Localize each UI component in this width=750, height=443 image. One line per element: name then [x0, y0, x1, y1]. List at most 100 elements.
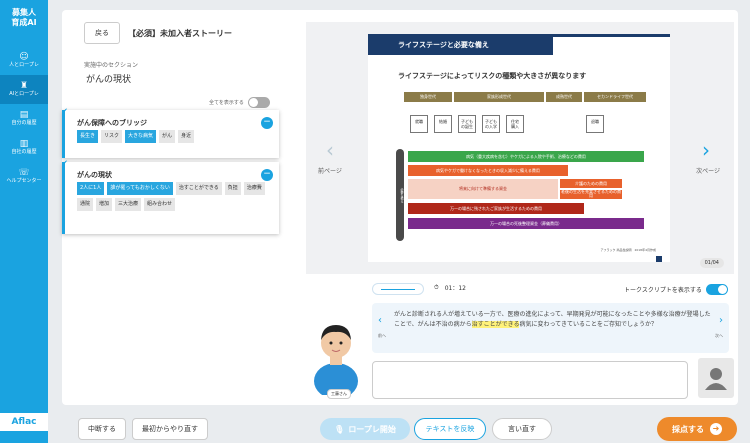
user-avatar — [698, 358, 734, 398]
transcript-toggle[interactable] — [705, 284, 728, 295]
section-label: 実施中のセクション — [84, 62, 139, 69]
show-all-toggle-row: 全てを表示する — [209, 97, 270, 108]
script-next-arrow-icon[interactable]: › — [719, 315, 723, 326]
sidebar: 募集人 育成AI ☺ 人とロープレ ♜ AIとロープレ ▤ 自分の履歴 ▥ 自社… — [0, 0, 48, 443]
stage-label: 家族形成世代 — [454, 92, 544, 102]
slide-bar: 病気（重大疾病を含む）やケガによる入院や手術、治療などの費用 — [408, 151, 644, 162]
collapse-icon[interactable]: − — [261, 169, 273, 181]
life-event: 退職 — [586, 115, 604, 133]
script-prev-label[interactable]: 前へ — [378, 333, 386, 339]
keyword-tag: 治すことができる — [175, 182, 222, 195]
keyword-tag: 身近 — [178, 130, 195, 143]
restart-button[interactable]: 最初からやり直す — [132, 418, 208, 440]
page-number: 01/04 — [699, 258, 724, 268]
smile-icon: ☺ — [19, 52, 29, 62]
sidebar-item-ai-roleplay[interactable]: ♜ AIとロープレ — [0, 75, 48, 104]
slide-bar: 介護のための費用 — [560, 179, 622, 188]
brand-title: 募集人 育成AI — [0, 0, 48, 28]
previous-page-label[interactable]: 前ページ — [318, 166, 342, 175]
keyword-tags: 長生き リスク 大きな病気 がん 身近 — [65, 130, 265, 143]
show-all-toggle[interactable] — [247, 97, 270, 108]
keyword-tag: 2人に1人 — [77, 182, 105, 195]
score-label: 採点する — [672, 424, 704, 434]
answer-input[interactable] — [372, 361, 688, 399]
slide-corner-mark — [656, 256, 662, 262]
keyword-tag: 治療費 — [243, 182, 265, 195]
customer-avatar: 工藤さん — [306, 285, 366, 399]
keyword-card-current-state: ✔ がんの現状 − 2人に1人 誰が罹ってもおかしくない 治すことができる 負担… — [62, 159, 279, 234]
transcript-toggle-row: トークスクリプトを表示する — [624, 284, 728, 295]
slide-bar: 万一の場合の死後整理資金（葬儀費用） — [408, 218, 644, 229]
keyword-tag: 大きな病気 — [125, 130, 157, 143]
next-page-label[interactable]: 次ページ — [696, 166, 720, 175]
reflect-text-button[interactable]: テキストを反映 — [414, 418, 486, 440]
talk-script-box: ‹ 前へ › 次へ がんと診断される人が増えている一方で、医療の進化によって、早… — [372, 303, 729, 353]
keyword-tag: リスク — [101, 130, 123, 143]
slide-vertical-label: 必要な備え — [396, 149, 404, 241]
slide-bar: 病気やケガで働けなくなったときの収入減少に備える費用 — [408, 165, 568, 176]
slide-credit: アフラック 商品性説明 2018年4月作成 — [600, 248, 657, 252]
back-button[interactable]: 戻る — [84, 22, 120, 44]
keyword-card-title: がん保障へのブリッジ — [77, 119, 147, 127]
checkmark-icon: ✔ — [62, 159, 68, 167]
start-roleplay-button[interactable]: 🎙 ロープレ開始 — [320, 418, 410, 440]
keyword-card-title: がんの現状 — [77, 171, 112, 179]
sidebar-item-help-center[interactable]: ☏ ヘルプセンター — [0, 162, 48, 191]
checkmark-icon: ✔ — [62, 107, 68, 115]
sidebar-item-label: 人とロープレ — [9, 62, 39, 68]
life-event: 子ども の入学 — [482, 115, 500, 133]
keyword-tag: 誰が罹ってもおかしくない — [107, 182, 173, 195]
life-event: 結婚 — [434, 115, 452, 133]
stage-label: 独身世代 — [404, 92, 452, 102]
keyword-tag: がん — [159, 130, 176, 143]
next-page-arrow-icon[interactable]: › — [702, 138, 710, 162]
redo-button[interactable]: 言い直す — [492, 418, 552, 440]
sidebar-item-label: 自分の履歴 — [11, 120, 37, 126]
keyword-tag: 増加 — [96, 198, 113, 211]
keyword-tags: 2人に1人 誰が罹ってもおかしくない 治すことができる 負担 治療費 通院 増加… — [65, 182, 265, 211]
life-event-line: 結婚 — [439, 119, 447, 124]
timer: ⏱ 01：12 — [434, 283, 466, 293]
life-event-line: 購入 — [511, 124, 519, 129]
script-prev-arrow-icon[interactable]: ‹ — [378, 315, 382, 326]
keyword-tag: 負担 — [224, 182, 241, 195]
timer-value: 01：12 — [444, 285, 466, 292]
sidebar-item-company-history[interactable]: ▥ 自社の履歴 — [0, 133, 48, 162]
sidebar-item-human-roleplay[interactable]: ☺ 人とロープレ — [0, 46, 48, 75]
slide-heading: ライフステージと必要な備え — [368, 37, 553, 55]
robot-icon: ♜ — [19, 81, 29, 91]
talk-script-text: がんと診断される人が増えている一方で、医療の進化によって、早期発見が可能になった… — [394, 310, 712, 330]
sidebar-item-my-history[interactable]: ▤ 自分の履歴 — [0, 104, 48, 133]
clock-icon: ⏱ — [434, 283, 439, 291]
sidebar-item-label: 自社の履歴 — [11, 149, 37, 155]
user-silhouette-icon — [705, 368, 727, 390]
script-next-label[interactable]: 次へ — [715, 333, 723, 339]
life-event: 住宅 購入 — [506, 115, 524, 133]
slide-bar: 将来に向けて準備する資金 — [408, 179, 558, 199]
slide-page: ライフステージと必要な備え ライフステージによってリスクの種類や大きさが異なりま… — [368, 34, 670, 262]
pause-button[interactable]: 中断する — [78, 418, 126, 440]
bar-chart-icon: ▥ — [19, 139, 29, 149]
keyword-tag: 組み合わせ — [144, 198, 176, 211]
headset-icon: ☏ — [18, 168, 30, 178]
section-value: がんの現状 — [86, 75, 132, 85]
life-event-line: の入学 — [485, 124, 497, 129]
audio-waveform — [372, 283, 424, 295]
collapse-icon[interactable]: − — [261, 117, 273, 129]
stage-label: 成熟世代 — [546, 92, 582, 102]
previous-page-arrow-icon[interactable]: ‹ — [326, 138, 334, 162]
customer-name: 工藤さん — [327, 389, 351, 399]
script-text-after: 病気に変わってきていることをご存知でしょうか？ — [519, 321, 658, 328]
arrow-right-icon: ➜ — [710, 423, 722, 435]
microphone-icon: 🎙 — [334, 424, 345, 434]
slide-subheading: ライフステージによってリスクの種類や大きさが異なります — [398, 72, 587, 80]
slide-viewer: ‹ 前ページ › 次ページ ライフステージと必要な備え ライフステージによってリ… — [306, 22, 734, 274]
score-button[interactable]: 採点する ➜ — [657, 417, 737, 441]
keyword-tag: 三大治療 — [115, 198, 142, 211]
life-event: 就職 — [410, 115, 428, 133]
aflac-logo: Aflac — [0, 413, 48, 431]
bottom-toolbar: 中断する 最初からやり直す 🎙 ロープレ開始 テキストを反映 言い直す 採点する… — [62, 410, 738, 443]
brand-line-2: 育成AI — [11, 18, 37, 27]
sidebar-item-label: AIとロープレ — [9, 91, 39, 97]
life-event-line: 退職 — [591, 119, 599, 124]
